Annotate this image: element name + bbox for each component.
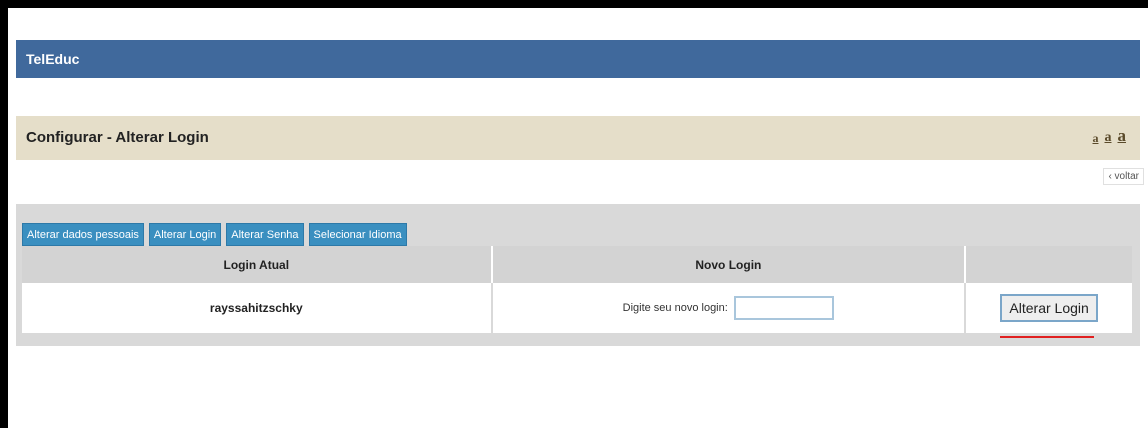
font-size-large-link[interactable]: a <box>1118 126 1127 146</box>
tab-selecionar-idioma[interactable]: Selecionar Idioma <box>308 223 407 246</box>
tab-alterar-dados-pessoais[interactable]: Alterar dados pessoais <box>22 223 144 246</box>
table-header-row: Login Atual Novo Login <box>22 246 1132 283</box>
action-cell: Alterar Login <box>965 283 1132 333</box>
tab-alterar-login[interactable]: Alterar Login <box>148 223 222 246</box>
page-title: Configurar - Alterar Login <box>26 129 209 146</box>
tab-bar: Alterar dados pessoais Alterar Login Alt… <box>22 223 407 246</box>
font-size-medium-link[interactable]: a <box>1105 130 1112 146</box>
current-login-value: rayssahitzschky <box>22 283 493 333</box>
column-header-novo-login: Novo Login <box>491 246 967 283</box>
alterar-login-button[interactable]: Alterar Login <box>1000 294 1098 322</box>
table-row: rayssahitzschky Digite seu novo login: A… <box>22 283 1132 333</box>
column-header-login-atual: Login Atual <box>22 246 493 283</box>
app-header: TelEduc <box>16 40 1140 78</box>
new-login-label: Digite seu novo login: <box>622 302 728 315</box>
back-link[interactable]: ‹ voltar <box>1103 168 1144 185</box>
new-login-input[interactable] <box>734 296 835 320</box>
annotation-underline <box>1000 336 1094 338</box>
tab-alterar-senha[interactable]: Alterar Senha <box>226 223 304 246</box>
font-size-small-link[interactable]: a <box>1093 131 1099 146</box>
login-table: Login Atual Novo Login rayssahitzschky D… <box>22 246 1132 333</box>
new-login-cell: Digite seu novo login: <box>491 283 967 333</box>
column-header-action <box>965 246 1132 283</box>
font-size-controls: a a a <box>1093 126 1127 146</box>
app-name: TelEduc <box>26 51 80 67</box>
title-bar: Configurar - Alterar Login a a a <box>16 116 1140 160</box>
content-panel: Alterar dados pessoais Alterar Login Alt… <box>16 204 1140 346</box>
